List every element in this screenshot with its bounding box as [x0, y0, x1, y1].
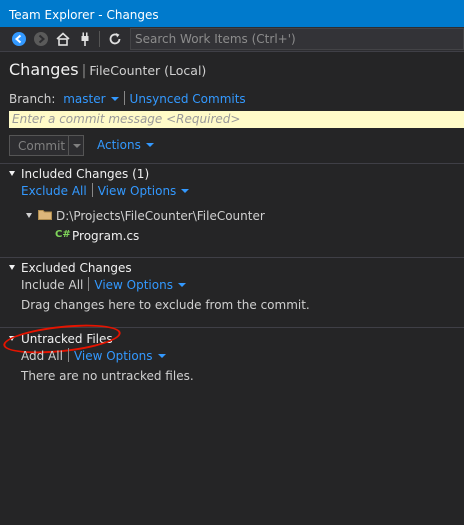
- untracked-empty-message: There are no untracked files.: [21, 369, 194, 383]
- home-icon[interactable]: [55, 31, 71, 47]
- branch-label: Branch:: [9, 92, 56, 106]
- exclude-all-link[interactable]: Exclude All: [21, 184, 87, 198]
- actions-label: Actions: [97, 138, 141, 152]
- commit-button-divider: [68, 136, 69, 155]
- refresh-icon[interactable]: [107, 31, 123, 47]
- window-title-bar: Team Explorer - Changes: [0, 0, 464, 27]
- commit-button[interactable]: Commit: [9, 135, 84, 156]
- actions-menu[interactable]: Actions: [97, 138, 154, 152]
- add-all-link[interactable]: Add All: [21, 349, 63, 363]
- commit-message-input[interactable]: Enter a commit message <Required>: [9, 111, 464, 128]
- toolbar-separator: [99, 31, 100, 47]
- header-divider: |: [81, 63, 87, 79]
- search-input[interactable]: Search Work Items (Ctrl+'): [130, 28, 464, 50]
- view-options-label: View Options: [73, 349, 153, 363]
- view-options-link[interactable]: View Options: [74, 349, 166, 363]
- untracked-files-links: Add All View Options: [21, 348, 166, 363]
- link-divider: [67, 348, 69, 362]
- view-options-label: View Options: [97, 184, 177, 198]
- chevron-down-icon[interactable]: [73, 144, 81, 148]
- branch-row: Branch: master Unsynced Commits: [9, 91, 246, 106]
- section-divider: [0, 163, 464, 164]
- commit-message-placeholder: Enter a commit message <Required>: [12, 112, 241, 126]
- chevron-down-icon: [177, 283, 186, 287]
- unsynced-commits-link[interactable]: Unsynced Commits: [130, 92, 246, 106]
- page-title[interactable]: Changes: [9, 60, 79, 79]
- repository-name: FileCounter (Local): [89, 63, 207, 78]
- link-divider: [88, 277, 90, 291]
- view-options-link[interactable]: View Options: [94, 278, 186, 292]
- csharp-file-icon: C#: [55, 229, 71, 240]
- search-placeholder: Search Work Items (Ctrl+'): [135, 32, 296, 46]
- file-name[interactable]: Program.cs: [72, 229, 139, 243]
- forward-icon[interactable]: [33, 31, 49, 47]
- collapse-triangle-icon: [9, 171, 15, 176]
- included-changes-links: Exclude All View Options: [21, 183, 190, 198]
- excluded-changes-header[interactable]: Excluded Changes: [9, 261, 132, 275]
- folder-icon: [38, 210, 52, 220]
- connect-icon[interactable]: [77, 31, 93, 47]
- view-options-label: View Options: [94, 278, 173, 292]
- included-changes-title: Included Changes (1): [21, 167, 150, 181]
- excluded-changes-title: Excluded Changes: [21, 261, 132, 275]
- page-header: Changes | FileCounter (Local): [9, 60, 206, 79]
- branch-selector[interactable]: master: [63, 92, 119, 106]
- included-changes-header[interactable]: Included Changes (1): [9, 167, 149, 181]
- back-icon[interactable]: [11, 31, 27, 47]
- folder-path[interactable]: D:\Projects\FileCounter\FileCounter: [56, 209, 265, 223]
- view-options-link[interactable]: View Options: [98, 184, 190, 198]
- chevron-down-icon: [157, 354, 166, 358]
- chevron-down-icon: [181, 189, 190, 193]
- toolbar: Search Work Items (Ctrl+'): [0, 27, 464, 52]
- section-divider: [0, 257, 464, 258]
- chevron-down-icon: [145, 143, 154, 147]
- collapse-triangle-icon: [9, 265, 15, 270]
- branch-name: master: [63, 92, 106, 106]
- excluded-hint: Drag changes here to exclude from the co…: [21, 298, 310, 312]
- folder-row[interactable]: [26, 209, 38, 223]
- chevron-down-icon: [110, 97, 119, 101]
- expand-triangle-icon[interactable]: [26, 213, 32, 218]
- include-all-link[interactable]: Include All: [21, 278, 83, 292]
- window-title: Team Explorer - Changes: [9, 8, 159, 22]
- link-divider: [91, 183, 93, 197]
- branch-divider: [123, 91, 125, 105]
- excluded-changes-links: Include All View Options: [21, 277, 186, 292]
- commit-button-label: Commit: [18, 139, 66, 153]
